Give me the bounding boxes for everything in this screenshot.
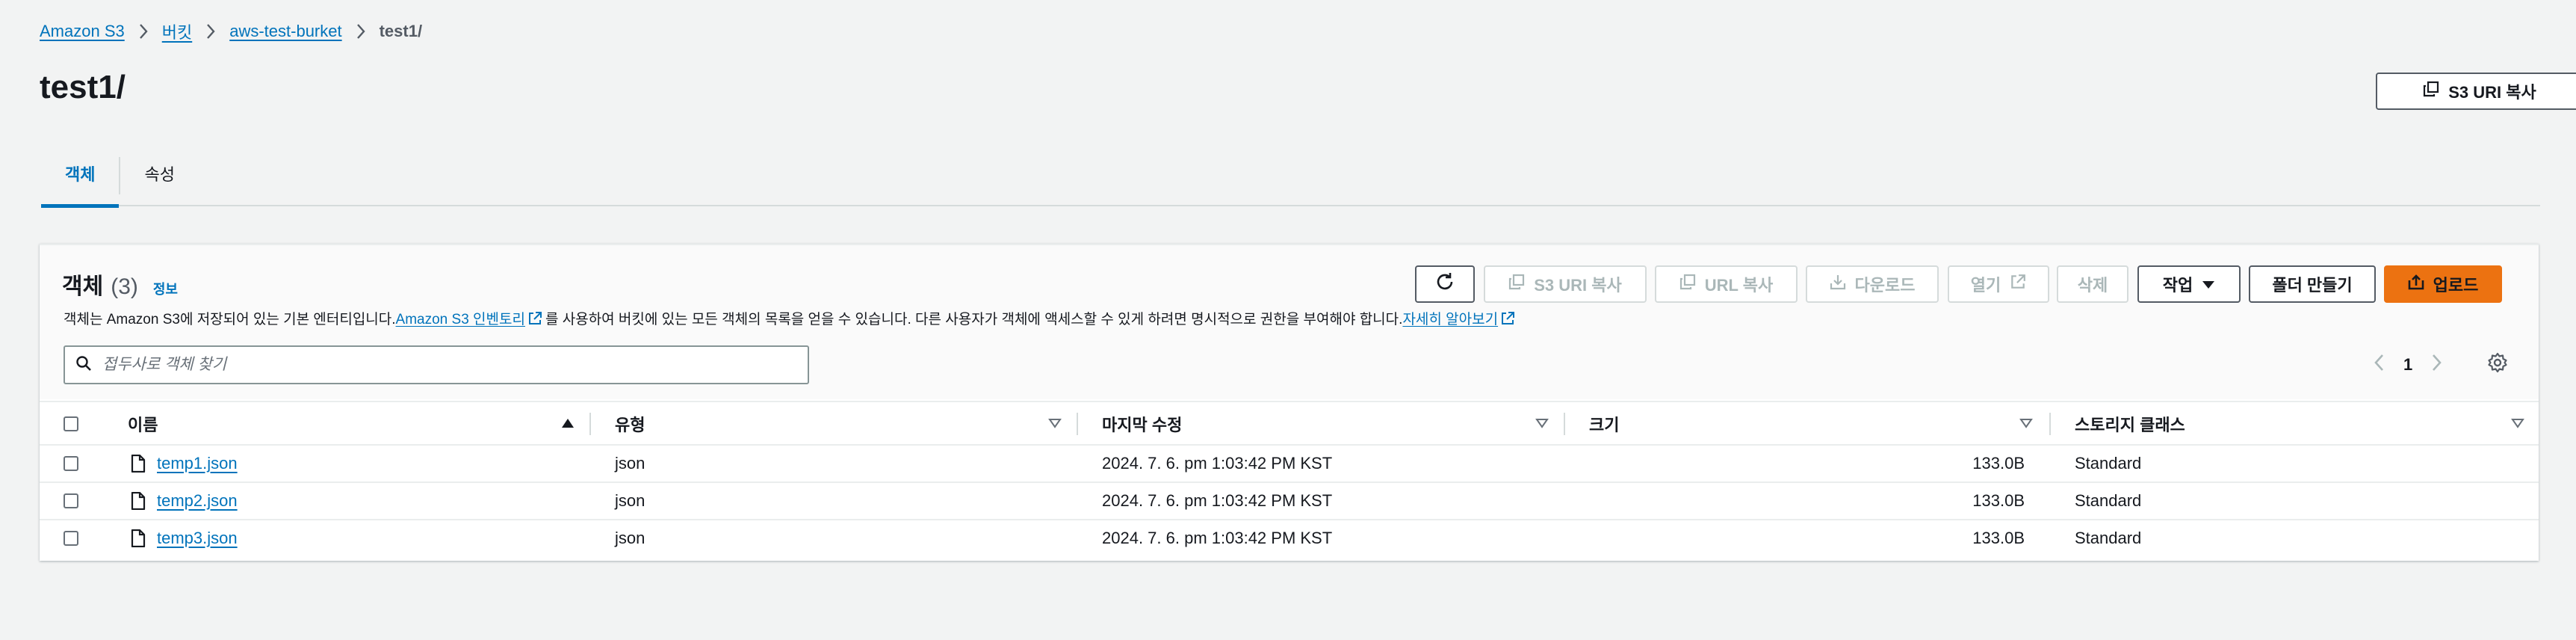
pagination: 1 [2374,354,2442,376]
objects-table: 이름 유형 마지막 수정 크기 스토리지 클래스 temp1.json json… [40,401,2539,558]
refresh-button[interactable] [1415,265,1475,303]
table-row[interactable]: temp3.json json 2024. 7. 6. pm 1:03:42 P… [40,520,2539,558]
row-checkbox[interactable] [64,531,78,546]
column-divider[interactable] [1077,413,1078,435]
object-last-modified: 2024. 7. 6. pm 1:03:42 PM KST [1102,491,1333,510]
copy-icon [2423,81,2439,102]
object-last-modified: 2024. 7. 6. pm 1:03:42 PM KST [1102,529,1333,547]
current-page[interactable]: 1 [2403,355,2412,375]
column-divider[interactable] [2049,413,2051,435]
breadcrumb-buckets[interactable]: 버킷 [162,19,192,43]
object-name-link[interactable]: temp1.json [157,446,238,481]
panel-description: 객체는 Amazon S3에 저장되어 있는 기본 엔터티입니다. Amazon… [64,308,1518,328]
column-type[interactable]: 유형 [615,402,645,446]
prev-page-icon[interactable] [2374,354,2384,376]
file-icon [131,446,146,481]
object-storage-class: Standard [2075,454,2142,473]
breadcrumb-current: test1/ [379,22,423,40]
breadcrumb-bucket[interactable]: aws-test-burket [229,22,341,41]
object-type: json [615,529,645,547]
object-storage-class: Standard [2075,529,2142,547]
object-size: 133.0B [1972,529,2025,547]
column-divider[interactable] [1564,413,1565,435]
inventory-link[interactable]: Amazon S3 인벤토리 [396,308,525,328]
actions-dropdown[interactable]: 작업 [2137,265,2241,303]
actions-label: 작업 [2162,276,2193,295]
search-icon [75,355,92,375]
object-name-link[interactable]: temp3.json [157,520,238,556]
refresh-icon [1434,271,1455,297]
column-size[interactable]: 크기 [1589,402,1619,446]
upload-icon [2408,274,2424,295]
open-label: 열기 [1970,276,2001,295]
copy-icon [1508,274,1525,295]
objects-toolbar: S3 URI 복사 URL 복사 다운로드 열기 삭제 작업 폴더 만들기 업로… [40,265,2539,303]
download-icon [1830,274,1846,295]
search-box [64,345,809,384]
object-last-modified: 2024. 7. 6. pm 1:03:42 PM KST [1102,454,1333,473]
objects-panel: 객체 (3) 정보 객체는 Amazon S3에 저장되어 있는 기본 엔터티입… [40,244,2539,561]
tab-objects[interactable]: 객체 [41,142,120,208]
chevron-right-icon [205,23,216,40]
external-link-icon [527,311,542,326]
file-icon [131,483,146,519]
open-button[interactable]: 열기 [1948,265,2049,303]
copy-s3-uri-toolbar-button[interactable]: S3 URI 복사 [1484,265,1647,303]
sort-ascending-icon[interactable] [561,417,575,433]
create-folder-label: 폴더 만들기 [2272,276,2353,295]
copy-icon [1679,274,1696,295]
upload-label: 업로드 [2433,276,2479,295]
table-row[interactable]: temp2.json json 2024. 7. 6. pm 1:03:42 P… [40,483,2539,520]
object-size: 133.0B [1972,454,2025,473]
description-text-2: 를 사용하여 버킷에 있는 모든 객체의 목록을 얻을 수 있습니다. 다른 사… [545,312,1403,327]
sort-icon[interactable] [2511,417,2524,433]
sort-icon[interactable] [2019,417,2033,433]
object-type: json [615,491,645,510]
file-icon [131,520,146,556]
copy-url-button[interactable]: URL 복사 [1655,265,1798,303]
breadcrumb-amazon-s3[interactable]: Amazon S3 [40,22,125,41]
sort-icon[interactable] [1535,417,1549,433]
copy-s3-uri-toolbar-label: S3 URI 복사 [1534,276,1622,295]
tab-properties[interactable]: 속성 [120,142,198,206]
create-folder-button[interactable]: 폴더 만들기 [2249,265,2376,303]
object-storage-class: Standard [2075,491,2142,510]
row-checkbox[interactable] [64,456,78,471]
page-title: test1/ [40,69,126,105]
delete-button[interactable]: 삭제 [2057,265,2128,303]
sort-icon[interactable] [1048,417,1062,433]
external-link-icon [2010,274,2026,295]
column-divider[interactable] [589,413,591,435]
gear-icon[interactable] [2487,352,2508,377]
column-last-modified[interactable]: 마지막 수정 [1102,402,1182,446]
copy-s3-uri-label: S3 URI 복사 [2448,83,2536,102]
external-link-icon [1500,311,1515,326]
row-checkbox[interactable] [64,493,78,508]
learn-more-link[interactable]: 자세히 알아보기 [1402,308,1498,328]
copy-s3-uri-button[interactable]: S3 URI 복사 [2376,73,2576,110]
object-size: 133.0B [1972,491,2025,510]
chevron-right-icon [356,23,366,40]
next-page-icon[interactable] [2432,354,2442,376]
table-row[interactable]: temp1.json json 2024. 7. 6. pm 1:03:42 P… [40,446,2539,483]
object-type: json [615,454,645,473]
tab-bar: 객체 속성 [41,142,2540,208]
copy-url-label: URL 복사 [1704,276,1774,295]
breadcrumb: Amazon S3 버킷 aws-test-burket test1/ [40,19,422,43]
chevron-right-icon [138,23,149,40]
select-all-checkbox[interactable] [64,416,78,431]
caret-down-icon [2202,274,2215,294]
download-button[interactable]: 다운로드 [1806,265,1939,303]
download-label: 다운로드 [1854,276,1916,295]
upload-button[interactable]: 업로드 [2384,265,2502,303]
object-name-link[interactable]: temp2.json [157,483,238,519]
description-text-1: 객체는 Amazon S3에 저장되어 있는 기본 엔터티입니다. [64,312,396,327]
column-storage-class[interactable]: 스토리지 클래스 [2075,402,2185,446]
delete-label: 삭제 [2077,276,2108,295]
column-name[interactable]: 이름 [128,402,158,446]
table-header: 이름 유형 마지막 수정 크기 스토리지 클래스 [40,401,2539,446]
search-input[interactable] [102,356,775,374]
